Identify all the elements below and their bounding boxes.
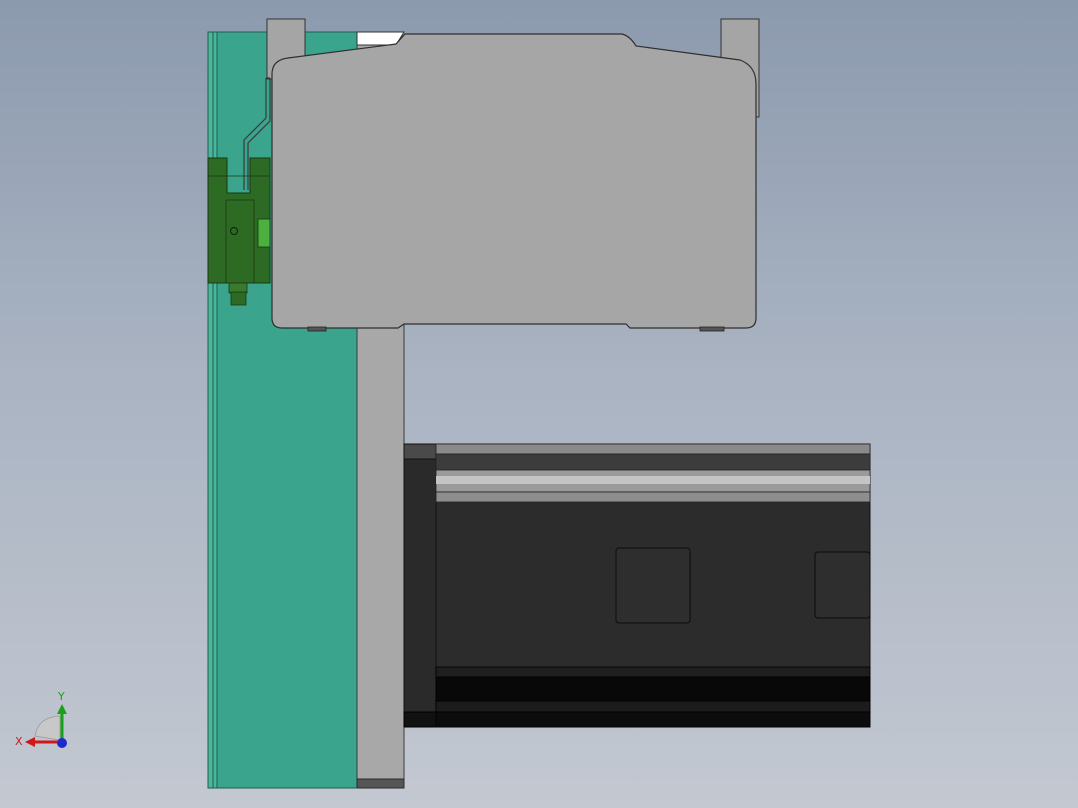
cad-model-view[interactable]: Y X — [0, 0, 1078, 808]
y-axis-label: Y — [57, 690, 65, 703]
x-axis-label: X — [15, 735, 23, 748]
carriage-body[interactable] — [271, 33, 757, 332]
graphics-viewport[interactable]: Y X — [0, 0, 1078, 808]
z-axis-dot — [57, 738, 67, 748]
stepper-motor[interactable] — [403, 443, 871, 728]
view-orientation-triad[interactable]: Y X — [15, 690, 67, 748]
